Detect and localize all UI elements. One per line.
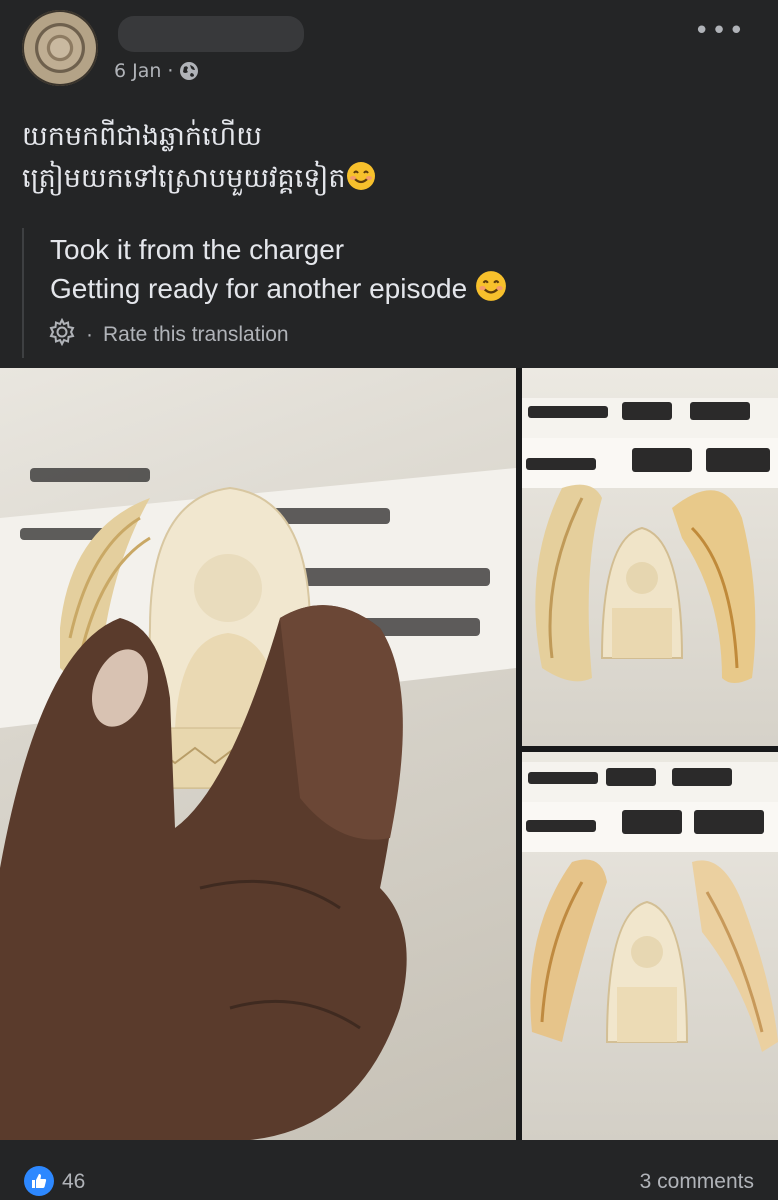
avatar[interactable] — [22, 10, 98, 86]
translation-block: Took it from the charger Getting ready f… — [50, 230, 507, 312]
like-icon[interactable] — [24, 1166, 54, 1196]
photo-main[interactable] — [0, 368, 516, 1140]
post-date[interactable]: 6 Jan — [114, 60, 161, 82]
globe-icon — [179, 61, 199, 81]
smiling-face-emoji-icon — [475, 270, 507, 312]
more-icon[interactable]: ••• — [694, 18, 746, 44]
post-text: យកមកពីជាងឆ្លាក់ហើយ ត្រៀមយកទៅស្រោបមួយវគ្គ… — [22, 116, 376, 204]
post-text-line1: យកមកពីជាងឆ្លាក់ហើយ — [22, 121, 262, 152]
meta-separator: · — [167, 60, 174, 82]
gear-icon[interactable] — [48, 317, 76, 352]
translation-quote-bar — [22, 228, 24, 358]
post-footer: 46 3 comments — [0, 1150, 778, 1200]
translation-line2: Getting ready for another episode — [50, 273, 468, 304]
translation-line1: Took it from the charger — [50, 234, 345, 265]
photo-top-right[interactable] — [522, 368, 778, 746]
rate-translation[interactable]: · Rate this translation — [48, 317, 289, 352]
post-meta: 6 Jan · — [114, 60, 199, 82]
comments-count[interactable]: 3 comments — [640, 1170, 754, 1194]
author-name-redacted[interactable] — [118, 16, 304, 52]
like-count[interactable]: 46 — [62, 1170, 85, 1194]
rate-separator: · — [86, 323, 93, 346]
rate-translation-link[interactable]: Rate this translation — [103, 323, 289, 347]
photo-grid — [0, 368, 778, 1140]
smiling-face-emoji-icon — [346, 161, 376, 204]
post-text-line2: ត្រៀមយកទៅស្រោបមួយវគ្គទៀត — [22, 163, 346, 194]
photo-bottom-right[interactable] — [522, 752, 778, 1140]
post-header: 6 Jan · ••• — [0, 0, 778, 100]
